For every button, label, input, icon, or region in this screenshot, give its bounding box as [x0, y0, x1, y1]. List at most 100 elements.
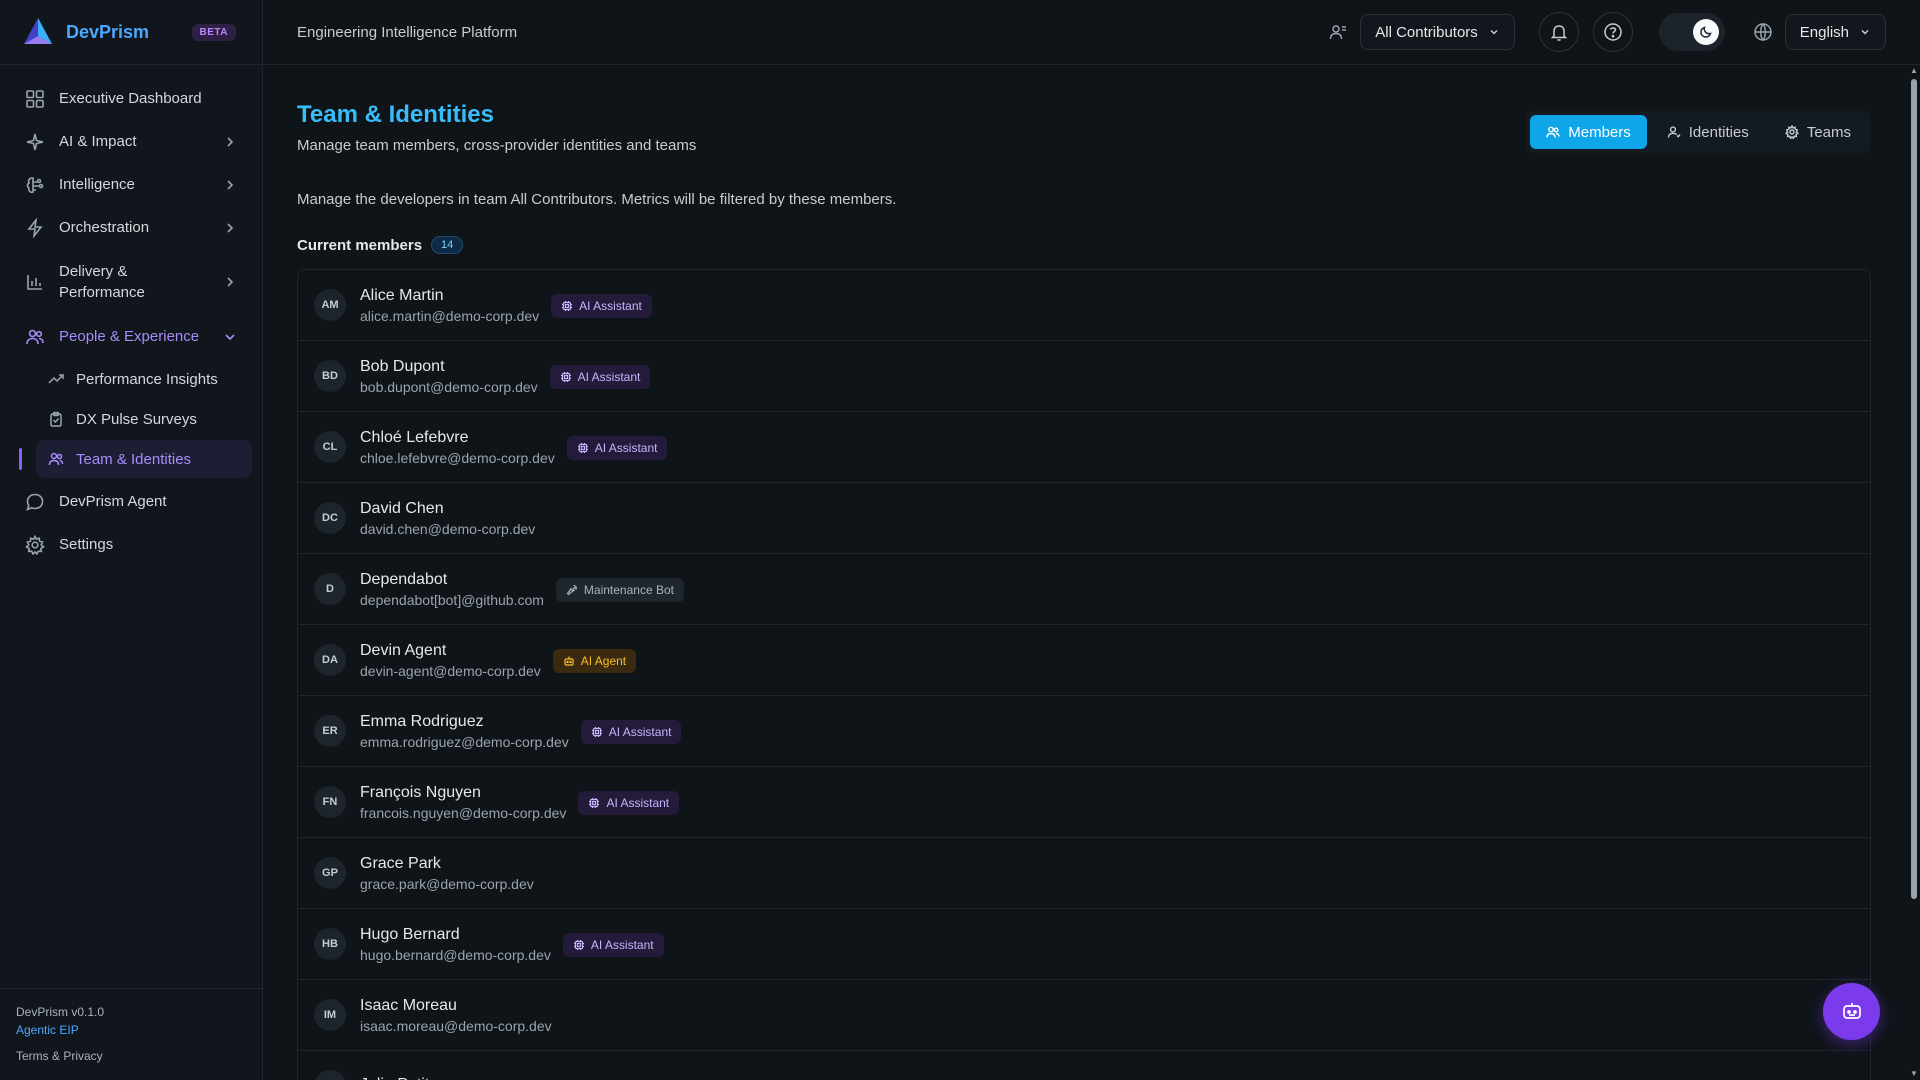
page-subtitle: Manage team members, cross-provider iden…: [297, 137, 697, 154]
notifications-button[interactable]: [1538, 12, 1579, 52]
member-role-tag: AI Assistant: [551, 293, 652, 318]
member-list: AM Alice Martin alice.martin@demo-corp.d…: [297, 269, 1871, 1080]
sidebar-item-label: Orchestration: [59, 219, 150, 236]
page-title: Team & Identities: [297, 101, 494, 128]
sidebar-item-devprism-agent[interactable]: DevPrism Agent: [10, 480, 252, 523]
member-row[interactable]: BD Bob Dupont bob.dupont@demo-corp.dev A…: [298, 341, 1870, 412]
member-name: François Nguyen: [360, 783, 481, 801]
gear-icon: [25, 534, 45, 555]
sidebar-subitem-dx-pulse-surveys[interactable]: DX Pulse Surveys: [36, 400, 252, 438]
member-name: Dependabot: [360, 570, 448, 588]
member-info: Emma Rodriguez emma.rodriguez@demo-corp.…: [360, 713, 569, 750]
member-row[interactable]: CL Chloé Lefebvre chloe.lefebvre@demo-co…: [298, 412, 1870, 483]
chip-icon: [577, 442, 588, 453]
member-info: Grace Park grace.park@demo-corp.dev: [360, 855, 534, 892]
member-name-line: David Chen: [360, 500, 535, 521]
member-row[interactable]: AM Alice Martin alice.martin@demo-corp.d…: [298, 270, 1870, 341]
sidebar-item-settings[interactable]: Settings: [10, 523, 252, 566]
member-row[interactable]: FN François Nguyen francois.nguyen@demo-…: [298, 767, 1870, 838]
member-row[interactable]: DA Devin Agent devin-agent@demo-corp.dev…: [298, 625, 1870, 696]
member-row[interactable]: GP Grace Park grace.park@demo-corp.dev: [298, 838, 1870, 909]
sidebar: DevPrism BETA Executive Dashboard AI & I…: [0, 0, 263, 1080]
tab-label: Members: [1568, 123, 1631, 141]
member-name: Devin Agent: [360, 641, 447, 659]
member-row[interactable]: D Dependabot dependabot[bot]@github.com …: [298, 554, 1870, 625]
member-role-tag: AI Assistant: [580, 719, 682, 744]
member-role-tag: AI Assistant: [566, 435, 668, 460]
member-name-line: Emma Rodriguez: [360, 713, 569, 734]
sidebar-nav: Executive Dashboard AI & Impact Intellig…: [0, 65, 262, 578]
avatar: GP: [314, 857, 346, 889]
avatar: FN: [314, 786, 346, 818]
tab-label: Identities: [1688, 123, 1749, 141]
tab-identities[interactable]: Identities: [1651, 115, 1765, 149]
chevron-right-icon: [227, 222, 234, 233]
sidebar-item-label: Intelligence: [59, 176, 135, 193]
member-name-line: François Nguyen: [360, 784, 566, 805]
chat-bot-icon: [1842, 1002, 1861, 1019]
member-email: hugo.bernard@demo-corp.dev: [360, 946, 551, 963]
sidebar-item-ai-impact[interactable]: AI & Impact: [10, 120, 252, 163]
chat-assistant-button[interactable]: [1823, 983, 1880, 1040]
sidebar-subitem-label: DX Pulse Surveys: [76, 410, 197, 428]
people-icon: [26, 329, 44, 344]
bolt-icon: [27, 217, 43, 238]
member-email: devin-agent@demo-corp.dev: [360, 662, 541, 679]
chevron-down-icon: [1490, 29, 1498, 35]
member-info: Bob Dupont bob.dupont@demo-corp.dev: [360, 358, 538, 395]
help-button[interactable]: [1592, 12, 1633, 52]
people-icon: [48, 452, 64, 466]
member-role-label: AI Assistant: [606, 795, 670, 810]
sidebar-item-label: Executive Dashboard: [59, 90, 202, 107]
member-info: Julia Petit: [360, 1076, 429, 1080]
member-row[interactable]: JP Julia Petit: [298, 1051, 1870, 1080]
language-selector[interactable]: English: [1784, 14, 1886, 50]
sidebar-item-orchestration[interactable]: Orchestration: [10, 206, 252, 249]
grid-icon: [26, 89, 44, 108]
team-selector-value: All Contributors: [1375, 23, 1478, 41]
member-name: David Chen: [360, 499, 444, 517]
member-email: emma.rodriguez@demo-corp.dev: [360, 733, 569, 750]
sparkle-icon: [26, 133, 44, 150]
current-members-header: Current members 14: [297, 236, 464, 254]
member-name-line: Dependabot: [360, 571, 544, 592]
active-indicator: [19, 448, 22, 470]
prism-logo-icon[interactable]: [22, 16, 54, 48]
tab-teams[interactable]: Teams: [1769, 115, 1867, 149]
scroll-down-icon[interactable]: ▼: [1910, 1070, 1918, 1078]
sidebar-item-delivery-performance[interactable]: Delivery & Performance: [10, 249, 252, 315]
team-selector[interactable]: All Contributors: [1360, 14, 1515, 50]
chevron-right-icon: [227, 277, 234, 287]
sidebar-subitem-performance-insights[interactable]: Performance Insights: [36, 360, 252, 398]
member-info: Chloé Lefebvre chloe.lefebvre@demo-corp.…: [360, 429, 555, 466]
chevron-right-icon: [227, 136, 234, 147]
member-row[interactable]: DC David Chen david.chen@demo-corp.dev: [298, 483, 1870, 554]
member-info: François Nguyen francois.nguyen@demo-cor…: [360, 784, 566, 821]
robot-icon: [564, 656, 574, 666]
member-role-label: AI Assistant: [579, 298, 642, 313]
member-info: Dependabot dependabot[bot]@github.com: [360, 571, 544, 608]
sidebar-item-executive-dashboard[interactable]: Executive Dashboard: [10, 77, 252, 120]
member-name-line: Bob Dupont: [360, 358, 538, 379]
member-role-label: AI Assistant: [594, 440, 658, 455]
scroll-up-icon[interactable]: ▲: [1910, 67, 1918, 75]
member-row[interactable]: ER Emma Rodriguez emma.rodriguez@demo-co…: [298, 696, 1870, 767]
member-row[interactable]: HB Hugo Bernard hugo.bernard@demo-corp.d…: [298, 909, 1870, 980]
sidebar-item-people-experience[interactable]: People & Experience: [10, 315, 252, 358]
scrollbar-thumb[interactable]: [1911, 79, 1917, 899]
theme-toggle[interactable]: [1658, 13, 1725, 51]
language-selector-value: English: [1799, 23, 1849, 41]
sidebar-subitem-team-identities[interactable]: Team & Identities: [36, 440, 252, 478]
member-name: Bob Dupont: [360, 357, 445, 375]
sidebar-item-intelligence[interactable]: Intelligence: [10, 163, 252, 206]
people-icon: [1546, 126, 1560, 138]
chip-icon: [573, 939, 584, 950]
page-scrollbar[interactable]: ▲ ▼: [1908, 65, 1920, 1080]
member-row[interactable]: IM Isaac Moreau isaac.moreau@demo-corp.d…: [298, 980, 1870, 1051]
terms-link[interactable]: Terms & Privacy: [16, 1049, 246, 1063]
user-icon: [1667, 126, 1681, 138]
tab-members[interactable]: Members: [1530, 115, 1647, 149]
member-email: chloe.lefebvre@demo-corp.dev: [360, 449, 555, 466]
avatar: D: [314, 573, 346, 605]
avatar: DC: [314, 502, 346, 534]
